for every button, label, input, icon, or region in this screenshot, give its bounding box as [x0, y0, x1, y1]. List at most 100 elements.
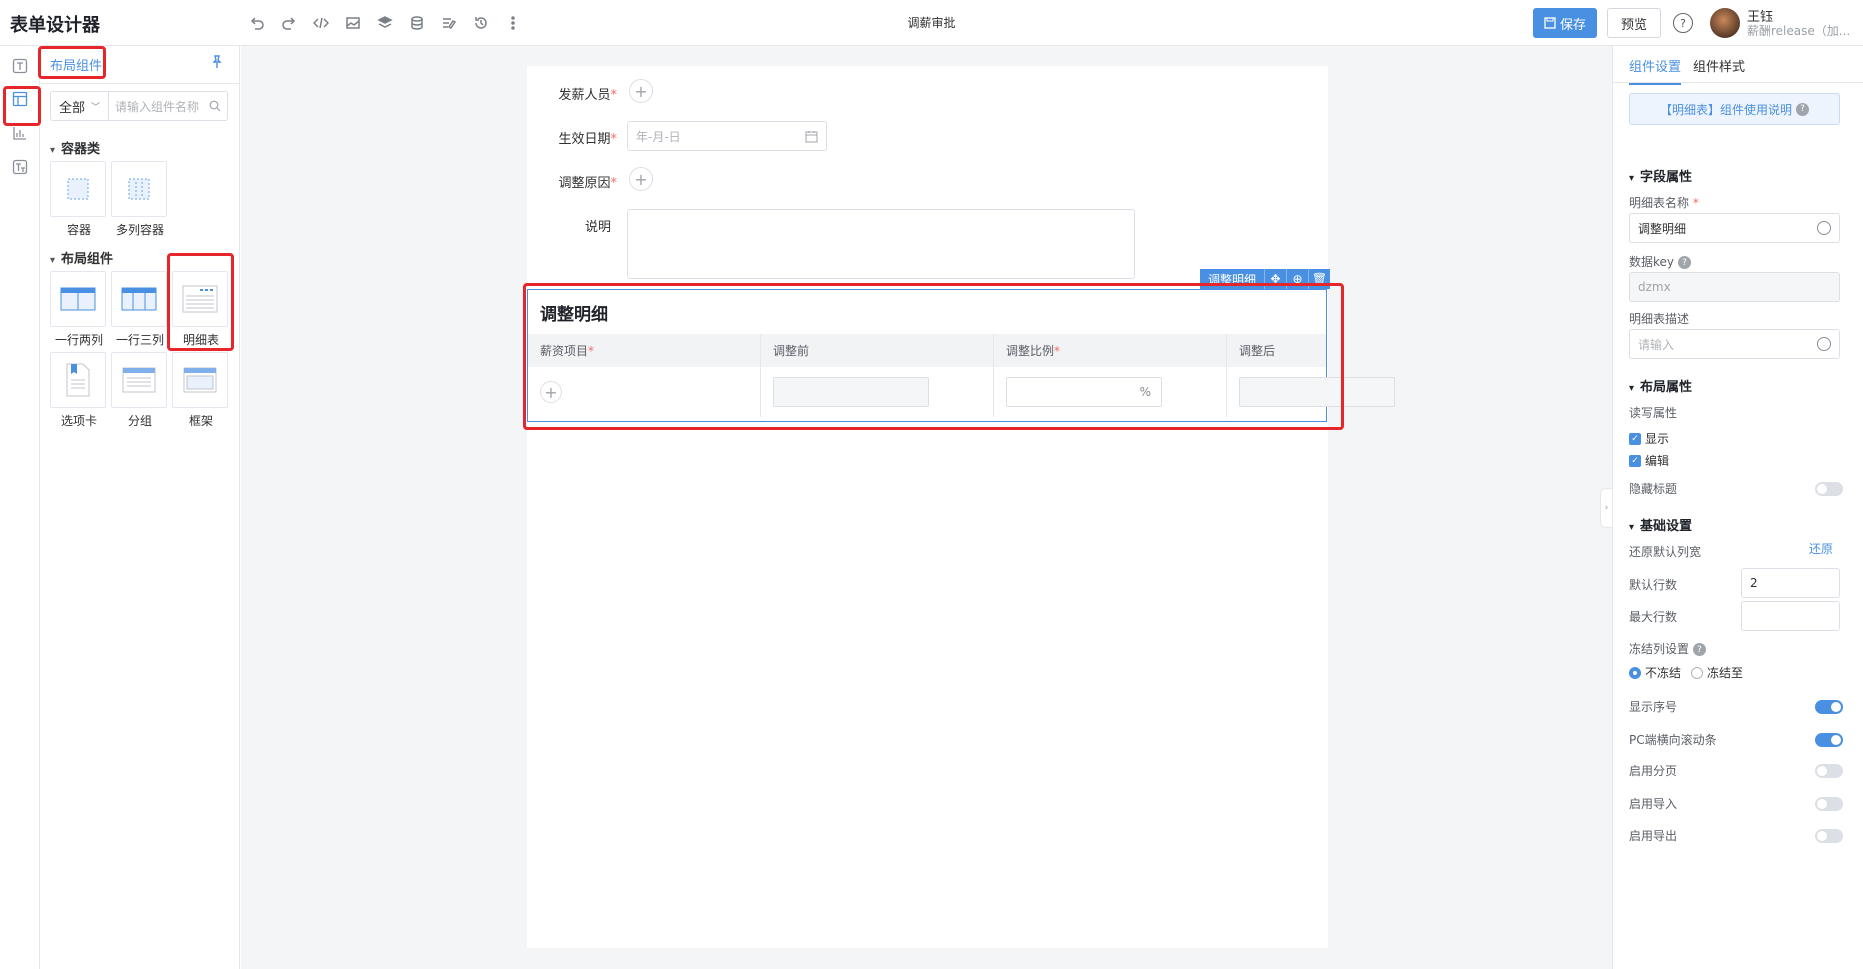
detail-table-icon [182, 285, 218, 313]
paging-toggle[interactable] [1815, 764, 1843, 778]
column-header[interactable]: 调整后 [1227, 334, 1326, 367]
paging-label: 启用分页 [1629, 764, 1678, 778]
question-icon[interactable]: ? [1678, 256, 1692, 269]
divider [1613, 82, 1863, 83]
component-search-input[interactable]: 请输入组件名称 [108, 91, 228, 121]
field-label-description[interactable]: 说明 [521, 216, 611, 235]
tab-layout-components[interactable]: 布局组件 [50, 55, 103, 79]
component-tabs[interactable]: 选项卡 [50, 352, 108, 429]
help-icon[interactable]: ? [1673, 13, 1693, 33]
usage-help-link[interactable]: 【明细表】组件使用说明? [1629, 93, 1840, 125]
pc-scroll-toggle[interactable] [1815, 733, 1843, 747]
salary-item-cell: + [528, 367, 761, 417]
after-cell [1227, 367, 1407, 417]
max-rows-input[interactable] [1741, 601, 1840, 631]
edit-list-icon[interactable] [438, 12, 460, 34]
move-icon[interactable]: ✥ [1264, 269, 1286, 289]
freeze-to-radio[interactable]: 冻结至 [1691, 664, 1743, 681]
redo-icon[interactable] [278, 12, 300, 34]
component-label: 选项卡 [60, 414, 97, 428]
avatar[interactable] [1710, 8, 1740, 38]
form-canvas: 发薪人员* + 生效日期* 年-月-日 调整原因* + 说明 [527, 66, 1328, 948]
globe-icon[interactable] [1817, 221, 1831, 235]
column-header[interactable]: 调整前 [761, 334, 994, 367]
database-icon[interactable] [406, 12, 428, 34]
code-icon[interactable] [310, 12, 332, 34]
before-value-field [773, 377, 929, 407]
collapse-panel-button[interactable]: › [1600, 488, 1612, 528]
component-container[interactable]: 容器 [50, 161, 108, 238]
more-icon[interactable] [502, 12, 524, 34]
freeze-none-radio[interactable]: 不冻结 [1629, 664, 1681, 681]
section-containers[interactable]: 容器类 [50, 138, 100, 157]
properties-panel: 组件设置 组件样式 【明细表】组件使用说明? 字段属性 明细表名称 * 调整明细… [1612, 46, 1863, 969]
question-icon[interactable]: ? [1693, 643, 1707, 656]
pc-scroll-label: PC端横向滚动条 [1629, 733, 1717, 747]
multi-column-container-icon [128, 178, 150, 200]
pin-icon[interactable] [210, 55, 226, 71]
field-label-effective-date[interactable]: 生效日期* [527, 128, 617, 147]
column-header[interactable]: 薪资项目 * [528, 334, 761, 367]
section-layout-props[interactable]: 布局属性 [1629, 376, 1692, 395]
section-field-props[interactable]: 字段属性 [1629, 166, 1692, 185]
add-reason-button[interactable]: + [629, 167, 653, 191]
detail-table[interactable]: 调整明细 薪资项目 * 调整前 调整比例 * 调整后 + % [527, 289, 1395, 422]
chart-icon[interactable] [10, 123, 30, 143]
component-group[interactable]: 分组 [111, 352, 169, 429]
ratio-input[interactable]: % [1006, 377, 1162, 407]
chevron-down-icon: ﹀ [91, 102, 101, 113]
layout-icon[interactable] [10, 89, 30, 109]
text-field-icon[interactable] [10, 56, 30, 76]
data-key-input: dzmx [1629, 272, 1840, 302]
save-icon [1544, 17, 1556, 29]
top-bar: 表单设计器 调薪审批 保存 预览 ? 王钰 薪酬release（加... [0, 0, 1863, 46]
add-payee-button[interactable]: + [629, 79, 653, 103]
layers-icon[interactable] [374, 12, 396, 34]
component-detail-table[interactable]: 明细表 [172, 271, 230, 348]
reset-width-label: 还原默认列宽 [1629, 545, 1702, 559]
add-salary-item-button[interactable]: + [540, 381, 562, 403]
tabs-icon [66, 363, 90, 397]
reset-width-link[interactable]: 还原 [1809, 540, 1833, 557]
copy-icon[interactable]: ⊕ [1286, 269, 1308, 289]
globe-icon[interactable] [1817, 337, 1831, 351]
table-desc-input[interactable]: 请输入 [1629, 329, 1840, 359]
category-select[interactable]: 全部 ﹀ [50, 91, 108, 121]
edit-checkbox[interactable]: ✓ 编辑 [1629, 452, 1669, 469]
history-icon[interactable] [470, 12, 492, 34]
show-checkbox[interactable]: ✓ 显示 [1629, 430, 1669, 447]
section-layouts[interactable]: 布局组件 [50, 248, 113, 267]
image-icon[interactable] [342, 12, 364, 34]
component-frame[interactable]: 框架 [172, 352, 230, 429]
hide-title-label: 隐藏标题 [1629, 482, 1678, 496]
column-header[interactable]: 调整比例 * [994, 334, 1227, 367]
component-label: 容器 [66, 223, 91, 237]
field-label-reason[interactable]: 调整原因* [527, 172, 617, 191]
import-label: 启用导入 [1629, 797, 1678, 811]
data-key-label: 数据key? [1629, 253, 1692, 270]
table-name-input[interactable]: 调整明细 [1629, 213, 1840, 243]
component-label: 明细表 [182, 333, 219, 347]
undo-icon[interactable] [246, 12, 268, 34]
component-two-columns[interactable]: 一行两列 [50, 271, 108, 348]
tab-component-style[interactable]: 组件样式 [1693, 56, 1745, 75]
detail-table-tag[interactable]: 调整明细 [1200, 271, 1264, 288]
effective-date-input[interactable]: 年-月-日 [627, 121, 827, 151]
export-toggle[interactable] [1815, 829, 1843, 843]
max-rows-label: 最大行数 [1629, 610, 1678, 624]
preview-button[interactable]: 预览 [1607, 8, 1661, 38]
save-button[interactable]: 保存 [1533, 8, 1597, 38]
component-three-columns[interactable]: 一行三列 [111, 271, 169, 348]
default-rows-input[interactable]: 2 [1741, 568, 1840, 598]
hide-title-toggle[interactable] [1815, 482, 1843, 496]
tab-component-settings[interactable]: 组件设置 [1629, 56, 1682, 85]
description-textarea[interactable] [627, 209, 1135, 279]
field-label-payee[interactable]: 发薪人员* [527, 84, 617, 103]
component-multi-column-container[interactable]: 多列容器 [111, 161, 169, 238]
text-box-icon[interactable] [10, 157, 30, 177]
delete-icon[interactable]: 🗑 [1308, 269, 1330, 289]
date-placeholder: 年-月-日 [636, 129, 681, 144]
show-index-toggle[interactable] [1815, 700, 1843, 714]
section-basic-settings[interactable]: 基础设置 [1629, 515, 1692, 534]
import-toggle[interactable] [1815, 797, 1843, 811]
